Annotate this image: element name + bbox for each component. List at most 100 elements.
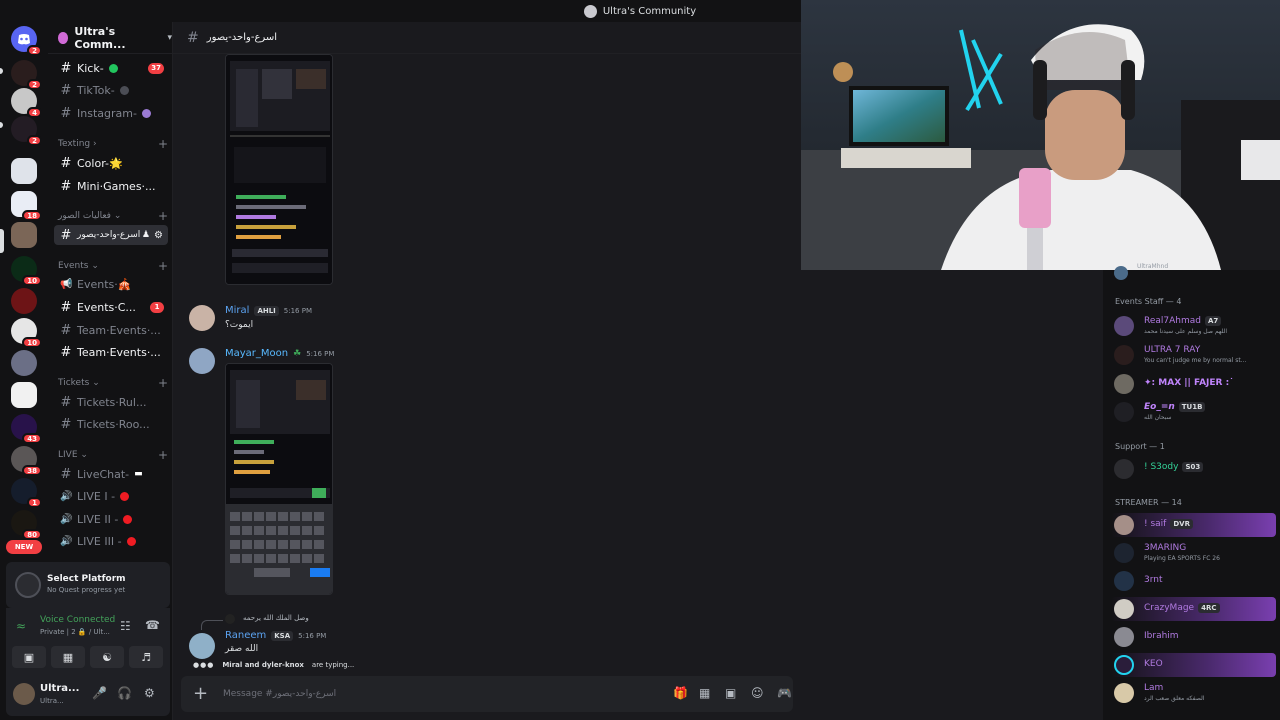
member-item[interactable]: 3MARING Playing EA SPORTS FC 26 — [1111, 541, 1276, 565]
channel-events-c[interactable]: # Events·C... 1 — [54, 297, 168, 317]
server-icon[interactable]: 2 — [11, 60, 42, 90]
noise-suppression-icon[interactable]: ☷ — [120, 619, 131, 633]
member-item[interactable]: ULTRA 7 RAY You can't judge me by normal… — [1111, 343, 1276, 367]
channel-mini-games[interactable]: # Mini·Games·... — [54, 176, 168, 196]
microphone-icon[interactable]: 🎤 — [92, 686, 107, 700]
server-icon[interactable] — [11, 382, 37, 408]
channel-livechat[interactable]: # LiveChat- ▬ — [54, 464, 168, 484]
member-item[interactable]: Lam الصفكه معلق صعب الرد — [1111, 681, 1276, 705]
member-item[interactable]: ✦: MAX || FAJER :˙ — [1111, 372, 1276, 396]
channel-tiktok[interactable]: # TikTok- — [54, 80, 168, 100]
category-live[interactable]: LIVE ⌄ + — [58, 448, 168, 462]
voice-status[interactable]: Voice Connected — [40, 615, 115, 625]
activity-button[interactable]: ☯ — [90, 646, 124, 668]
avatar — [1114, 515, 1134, 535]
channel-color[interactable]: # Color-🌟 — [54, 153, 168, 173]
server-icon[interactable]: 4 — [11, 88, 42, 118]
author-name[interactable]: Miral — [225, 305, 249, 316]
category-arabic[interactable]: فعاليات الصور ⌄ + — [58, 209, 168, 223]
channel-label: TikTok- — [77, 83, 115, 97]
channel-active[interactable]: # اسرع-واحد-يصور ♟ ⚙ — [54, 225, 168, 245]
channel-live-3[interactable]: 🔊 LIVE III - — [54, 531, 168, 551]
channel-events-announcements[interactable]: 📢 Events·🎪 — [54, 274, 168, 294]
camera-off-button[interactable]: ▣ — [12, 646, 46, 668]
server-icon[interactable]: 43 — [11, 414, 42, 444]
guild-header[interactable]: Ultra's Comm... ▾ — [48, 22, 172, 54]
server-icon[interactable] — [11, 288, 37, 314]
member-item[interactable]: KEO — [1111, 653, 1276, 677]
server-icon[interactable]: 18 — [11, 191, 42, 221]
image-attachment[interactable] — [225, 363, 333, 595]
sticker-icon[interactable]: ▣ — [725, 686, 736, 700]
member-item[interactable]: 3rnt — [1111, 569, 1276, 593]
author-name[interactable]: Mayar_Moon — [225, 348, 288, 359]
author-name[interactable]: Raneem — [225, 630, 266, 641]
headphones-icon[interactable]: 🎧 — [117, 686, 132, 700]
gear-icon[interactable]: ⚙ — [154, 230, 163, 241]
message-text: الله صقر — [225, 644, 259, 654]
quest-card[interactable]: Select Platform No Quest progress yet — [6, 562, 170, 608]
server-icon[interactable]: 10 — [11, 318, 42, 348]
game-controller-icon[interactable]: 🎮 — [777, 686, 792, 700]
category-events[interactable]: Events ⌄ + — [58, 259, 168, 273]
avatar[interactable] — [189, 348, 215, 374]
chat-header: # اسرع-واحد-يصور — [173, 22, 802, 54]
server-icon[interactable]: 1 — [11, 478, 42, 508]
soundboard-button[interactable]: ♬ — [129, 646, 163, 668]
avatar[interactable] — [189, 633, 215, 659]
channel-label: LIVE II - — [77, 512, 119, 526]
server-icon[interactable] — [11, 158, 37, 184]
category-tickets[interactable]: Tickets ⌄ + — [58, 376, 168, 390]
avatar[interactable] — [13, 683, 35, 705]
add-member-icon[interactable]: ♟ — [142, 230, 150, 240]
add-channel-icon[interactable]: + — [158, 209, 168, 223]
member-item[interactable]: Ibrahim — [1111, 625, 1276, 649]
hash-icon: # — [60, 322, 72, 338]
category-texting[interactable]: Texting › + — [58, 137, 168, 151]
channel-tickets-rules[interactable]: # Tickets·Rul... — [54, 392, 168, 412]
gear-icon[interactable]: ⚙ — [144, 686, 155, 700]
screen-share-button[interactable]: ▦ — [51, 646, 85, 668]
chat-area: # اسرع-واحد-يصور Miral AHLI 5:16 PM ايمو… — [172, 22, 802, 720]
channel-kick[interactable]: # Kick- 37 — [54, 58, 168, 78]
image-attachment[interactable] — [225, 54, 333, 285]
plus-icon[interactable]: + — [193, 683, 208, 704]
channel-instagram[interactable]: # Instagram- — [54, 103, 168, 123]
user-name[interactable]: Ultra... — [40, 683, 79, 694]
server-icon[interactable]: 10 — [11, 256, 42, 286]
gift-icon[interactable]: 🎁 — [673, 686, 688, 700]
channel-team-events-2[interactable]: # Team·Events·... — [54, 342, 168, 362]
server-icon[interactable] — [11, 350, 37, 376]
server-icon[interactable]: 2 — [11, 116, 42, 146]
add-channel-icon[interactable]: + — [158, 137, 168, 151]
add-channel-icon[interactable]: + — [158, 376, 168, 390]
gif-icon[interactable]: ▦ — [699, 686, 710, 700]
member-item[interactable]: ! saif DVR — [1111, 513, 1276, 537]
channel-team-events-1[interactable]: # Team·Events·... — [54, 320, 168, 340]
member-name: ULTRA 7 RAY — [1144, 345, 1201, 355]
disconnect-icon[interactable]: ☎ — [145, 618, 160, 632]
member-item[interactable]: UltraMhnd — [1111, 262, 1276, 286]
message-input[interactable] — [223, 684, 523, 704]
member-item[interactable]: ! S3ody S03 — [1111, 457, 1276, 481]
voice-detail[interactable]: Private | 2 🔒 / Ult... — [40, 628, 110, 636]
emoji-icon[interactable]: ☺ — [751, 686, 764, 700]
member-item[interactable]: Real7Ahmad A7 اللهم صل وسلم على سيدنا محم… — [1111, 314, 1276, 338]
new-badge[interactable]: NEW — [6, 540, 42, 554]
guild-icon — [58, 31, 69, 44]
add-channel-icon[interactable]: + — [158, 259, 168, 273]
home-icon[interactable]: 2 — [11, 26, 42, 56]
add-channel-icon[interactable]: + — [158, 448, 168, 462]
channel-live-2[interactable]: 🔊 LIVE II - — [54, 509, 168, 529]
member-item[interactable]: CrazyMage 4RC — [1111, 597, 1276, 621]
category-label: Texting — [58, 139, 91, 149]
server-icon-active[interactable] — [11, 222, 37, 248]
member-item[interactable]: Eo_=n TU1B سبحان الله — [1111, 400, 1276, 424]
hash-icon: # — [60, 82, 72, 98]
server-icon[interactable]: 80 — [11, 510, 42, 540]
channel-live-1[interactable]: 🔊 LIVE I - — [54, 486, 168, 506]
server-icon[interactable]: 38 — [11, 446, 42, 476]
reply-preview[interactable]: وصل الملك الله يرحمه — [243, 614, 309, 622]
channel-tickets-room[interactable]: # Tickets·Roo... — [54, 414, 168, 434]
avatar[interactable] — [189, 305, 215, 331]
